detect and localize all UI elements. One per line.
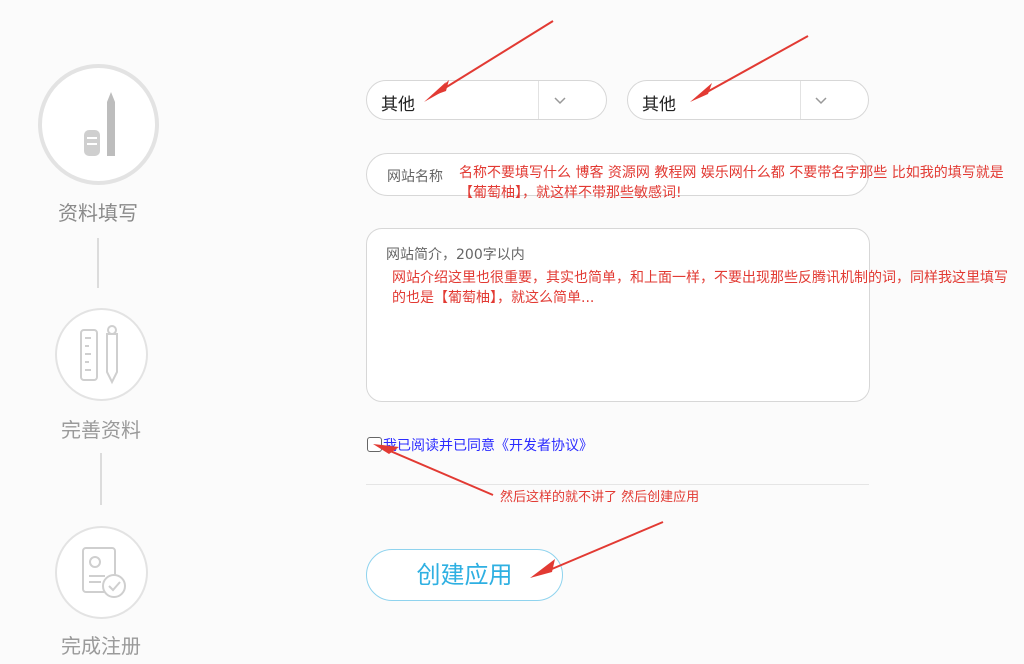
chevron-down-icon[interactable] [810,89,832,111]
agreement-checkbox[interactable] [367,437,382,452]
select-value: 其他 [381,95,415,115]
site-description-annotation: 网站介绍这里也很重要，其实也简单，和上面一样，不要出现那些反腾讯机制的词，同样我… [392,270,1008,306]
divider [366,484,869,485]
agreement-annotation: 然后这样的就不讲了 然后创建应用 [500,490,700,505]
step-connector [97,238,99,288]
step-3-label: 完成注册 [61,634,141,658]
agreement-link[interactable]: 我已阅读并已同意《开发者协议》 [383,435,593,455]
step-1-label: 资料填写 [58,201,138,225]
step-1-circle [38,64,159,185]
site-description-placeholder: 网站简介，200字以内 [386,247,525,263]
document-check-icon [82,547,126,598]
create-app-button[interactable]: 创建应用 [366,549,563,601]
step-2-circle [55,308,148,401]
category-select-1[interactable]: 其他 [366,80,607,120]
step-2-label: 完善资料 [61,418,141,442]
chevron-down-icon[interactable] [549,89,571,111]
category-select-2[interactable]: 其他 [627,80,869,120]
step-3-circle [55,526,148,619]
site-name-placeholder: 网站名称 [387,169,443,185]
select-value: 其他 [642,95,676,115]
pen-icon [84,92,115,156]
site-description-textarea[interactable]: 网站简介，200字以内 [366,228,870,402]
step-connector [100,453,102,505]
ruler-pen-icon [80,325,118,385]
site-name-annotation: 名称不要填写什么 博客 资源网 教程网 娱乐网什么都 不要带名字那些 比如我的填… [459,165,1004,201]
